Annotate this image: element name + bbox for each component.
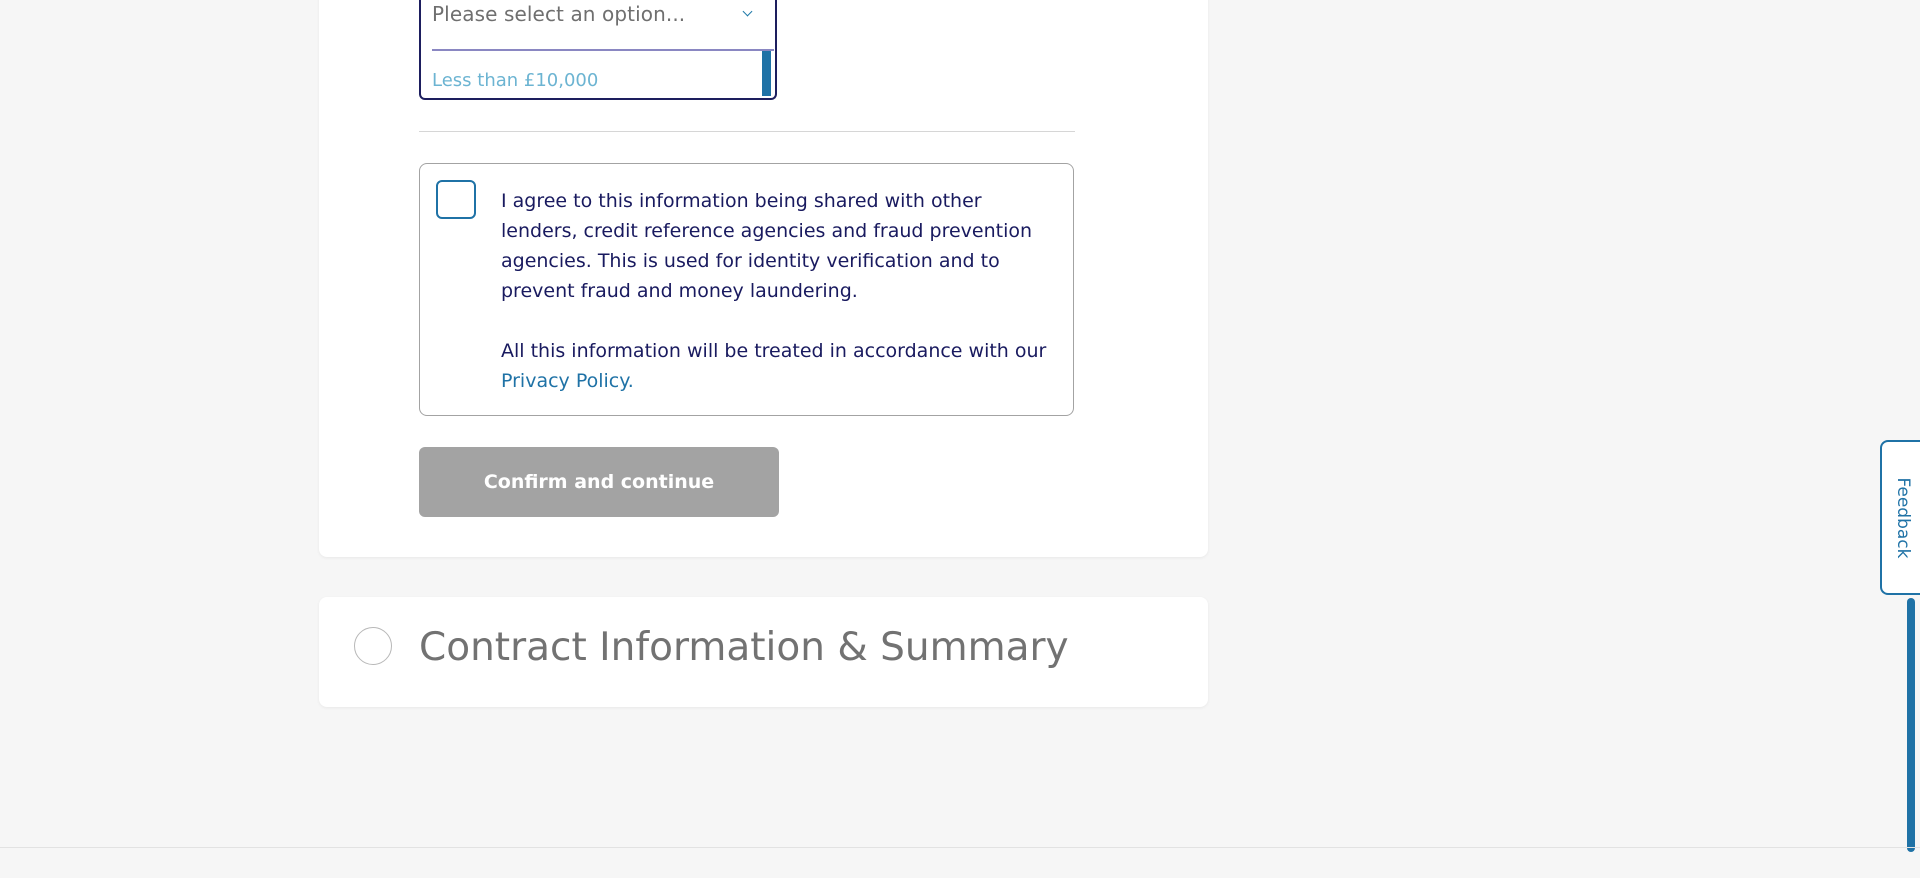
dropdown-option[interactable]: Less than £10,000 (432, 70, 598, 91)
step-title[interactable]: Contract Information & Summary (419, 625, 1069, 670)
dropdown-scrollbar[interactable] (762, 51, 771, 96)
consent-statement: I agree to this information being shared… (501, 190, 1033, 302)
empty-circle-icon (354, 627, 392, 665)
dropdown-separator (432, 49, 774, 51)
privacy-policy-link[interactable]: Privacy Policy. (501, 370, 634, 392)
footer-divider (0, 847, 1920, 848)
consent-box: I agree to this information being shared… (419, 163, 1074, 416)
privacy-notice: All this information will be treated in … (501, 336, 1061, 396)
chevron-down-icon[interactable] (742, 6, 753, 17)
privacy-notice-text: All this information will be treated in … (501, 340, 1047, 362)
income-dropdown[interactable]: Please select an option... Less than £10… (419, 0, 777, 100)
feedback-tab[interactable]: Feedback (1880, 440, 1920, 595)
feedback-label: Feedback (1893, 477, 1913, 558)
page-scrollbar[interactable] (1907, 598, 1915, 852)
consent-text: I agree to this information being shared… (501, 186, 1061, 396)
dropdown-placeholder: Please select an option... (432, 2, 686, 26)
section-divider (419, 131, 1075, 132)
confirm-continue-button[interactable]: Confirm and continue (419, 447, 779, 517)
consent-checkbox[interactable] (436, 180, 476, 219)
